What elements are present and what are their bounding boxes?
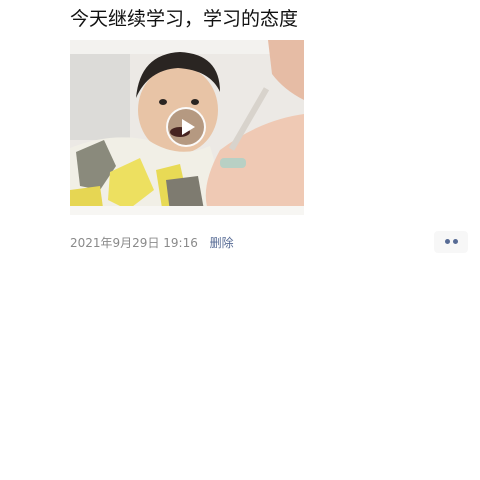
- more-dots-icon: [445, 239, 450, 244]
- video-thumbnail[interactable]: [70, 40, 304, 215]
- moments-post-page: 今天继续学习，学习的态度 2021年9月29日 19:16 删除: [0, 0, 480, 480]
- more-dots-icon: [453, 239, 458, 244]
- play-button[interactable]: [166, 107, 206, 147]
- play-icon: [182, 119, 195, 135]
- post-text: 今天继续学习，学习的态度: [70, 8, 299, 30]
- delete-link[interactable]: 删除: [210, 236, 234, 250]
- more-actions-button[interactable]: [434, 231, 468, 253]
- post-timestamp: 2021年9月29日 19:16: [70, 236, 198, 250]
- post-meta: 2021年9月29日 19:16 删除: [70, 235, 234, 251]
